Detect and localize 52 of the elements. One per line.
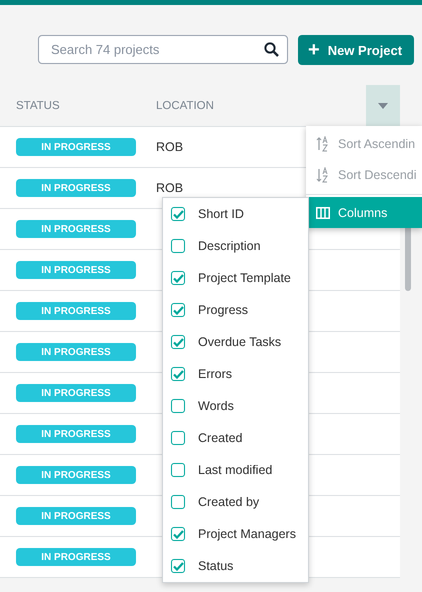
sort-ascending-icon xyxy=(316,136,330,152)
menu-item-label: Columns xyxy=(338,206,388,220)
checkbox[interactable] xyxy=(171,367,185,381)
checkbox-label[interactable]: Project Template xyxy=(198,271,291,285)
status-badge: IN PROGRESS xyxy=(16,302,136,320)
status-badge: IN PROGRESS xyxy=(16,384,136,402)
checkbox[interactable] xyxy=(171,271,185,285)
checkbox[interactable] xyxy=(171,463,185,477)
column-header: STATUS xyxy=(15,100,61,112)
status-badge: IN PROGRESS xyxy=(16,261,136,279)
checkbox[interactable] xyxy=(171,207,185,221)
scrollbar-thumb[interactable] xyxy=(405,225,411,291)
columns-icon xyxy=(316,206,330,218)
column-menu-button[interactable] xyxy=(366,85,400,126)
menu-item-label: Sort Descendi xyxy=(338,168,417,182)
checkbox[interactable] xyxy=(171,431,185,445)
checkbox[interactable] xyxy=(171,303,185,317)
checkbox[interactable] xyxy=(171,495,185,509)
status-badge: IN PROGRESS xyxy=(16,548,136,566)
new-project-button[interactable]: + New Project xyxy=(298,35,414,65)
menu-item-label: Sort Ascendin xyxy=(338,136,416,150)
search-icon[interactable] xyxy=(264,42,279,57)
status-badge: IN PROGRESS xyxy=(16,220,136,238)
checkbox-label[interactable]: Short ID xyxy=(198,207,244,221)
column-header: LOCATION xyxy=(155,100,215,112)
checkbox-label[interactable]: Description xyxy=(198,239,261,253)
status-badge: IN PROGRESS xyxy=(16,466,136,484)
checkbox[interactable] xyxy=(171,399,185,413)
checkbox-label[interactable]: Created by xyxy=(198,495,260,509)
checkbox-label[interactable]: Errors xyxy=(198,367,232,381)
checkbox-label[interactable]: Created xyxy=(198,431,242,445)
checkbox[interactable] xyxy=(171,559,185,573)
checkbox[interactable] xyxy=(171,335,185,349)
checkbox-label[interactable]: Words xyxy=(198,399,234,413)
status-badge: IN PROGRESS xyxy=(16,507,136,525)
checkbox-label[interactable]: Overdue Tasks xyxy=(198,335,282,349)
checkbox-label[interactable]: Status xyxy=(198,559,234,573)
status-badge: IN PROGRESS xyxy=(16,179,136,197)
checkbox-label[interactable]: Project Managers xyxy=(198,527,296,541)
checkbox-label[interactable]: Last modified xyxy=(198,463,272,477)
search-input[interactable]: Search 74 projects xyxy=(49,41,264,58)
status-badge: IN PROGRESS xyxy=(16,138,136,156)
search-field[interactable]: Search 74 projects xyxy=(38,35,288,64)
checkbox[interactable] xyxy=(171,527,185,541)
status-badge: IN PROGRESS xyxy=(16,343,136,361)
checkbox[interactable] xyxy=(171,239,185,253)
checkbox-label[interactable]: Progress xyxy=(198,303,248,317)
caret-icon xyxy=(378,102,388,108)
location-cell: ROB xyxy=(156,181,184,195)
location-cell: ROB xyxy=(156,140,184,154)
sort-descending-icon xyxy=(316,166,330,182)
status-badge: IN PROGRESS xyxy=(16,425,136,443)
